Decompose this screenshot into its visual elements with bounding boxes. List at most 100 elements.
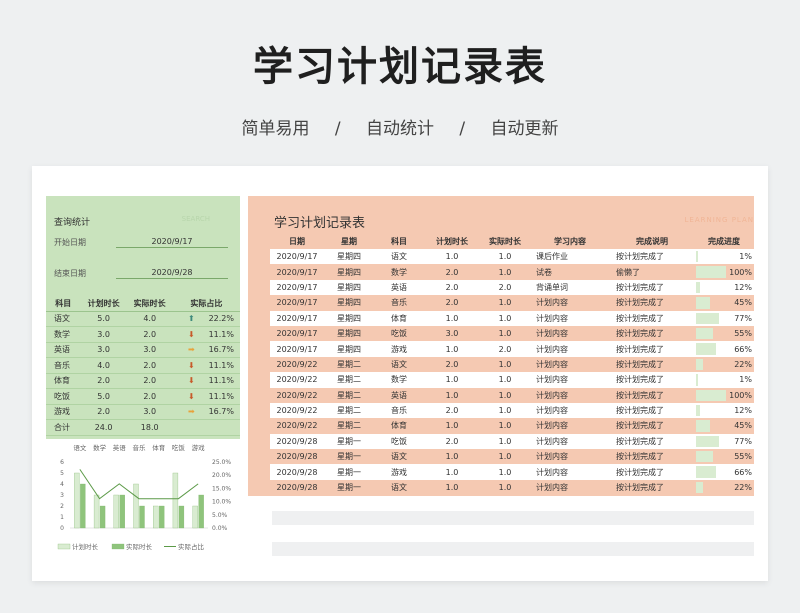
record-plan: 1.0 xyxy=(424,372,480,388)
end-date-input[interactable]: 2020/9/28 xyxy=(116,268,228,279)
stats-ratio: 11.1% xyxy=(194,388,240,405)
record-plan: 1.0 xyxy=(424,418,480,434)
record-note: 偷懒了 xyxy=(610,264,694,280)
up-arrow-icon: ⬆ xyxy=(188,314,195,324)
record-progress: 12% xyxy=(694,402,754,419)
record-content: 试卷 xyxy=(530,264,610,280)
chart-bar xyxy=(113,494,119,529)
chart-bar xyxy=(178,505,185,529)
progress-value: 1% xyxy=(739,375,752,385)
subtitle-item: 自动更新 xyxy=(490,119,559,139)
record-week: 星期四 xyxy=(324,341,374,357)
record-progress: 55% xyxy=(694,449,754,465)
record-content: 计划内容 xyxy=(530,356,610,373)
record-date: 2020/9/17 xyxy=(270,249,324,265)
record-header-progress: 完成进度 xyxy=(708,237,740,246)
record-row: 2020/9/22 星期二 音乐 2.0 1.0 计划内容 按计划完成了 12% xyxy=(270,402,754,419)
record-note: 按计划完成了 xyxy=(610,464,694,480)
record-note: 按计划完成了 xyxy=(610,402,694,419)
stats-actual: 2.0 xyxy=(126,388,173,405)
record-week: 星期四 xyxy=(324,249,374,265)
query-stats-panel: 查询统计 SEARCH 开始日期 2020/9/17 结束日期 2020/9/2… xyxy=(46,196,240,439)
record-week: 星期四 xyxy=(324,325,374,342)
record-week: 星期四 xyxy=(324,264,374,280)
progress-value: 55% xyxy=(734,452,752,462)
progress-bar xyxy=(696,420,710,432)
record-content: 背诵单词 xyxy=(530,279,610,296)
progress-bar xyxy=(696,281,700,294)
record-date: 2020/9/17 xyxy=(270,310,324,326)
record-week: 星期一 xyxy=(324,464,374,480)
y-left-tick: 1 xyxy=(60,514,64,521)
progress-value: 66% xyxy=(734,467,752,477)
chart-bar xyxy=(99,505,106,529)
stats-row: 英语 3.0 3.0 ➡ 16.7% xyxy=(46,342,240,358)
record-plan: 1.0 xyxy=(424,464,480,480)
stats-table: 科目 计划时长 实际时长 实际占比 语文 5.0 4.0 ⬆ 22.2% 数学 3.0 2.0… xyxy=(46,296,240,436)
record-note: 按计划完成了 xyxy=(610,433,694,450)
start-date-input[interactable]: 2020/9/17 xyxy=(116,237,228,248)
down-arrow-icon: ⬇ xyxy=(188,376,195,386)
y-left-tick: 4 xyxy=(60,481,64,488)
stats-actual: 2.0 xyxy=(126,326,173,343)
progress-value: 22% xyxy=(734,483,752,493)
record-content: 计划内容 xyxy=(530,295,610,311)
record-actual: 1.0 xyxy=(480,464,530,480)
record-progress: 55% xyxy=(694,325,754,342)
record-header-week: 星期 xyxy=(341,237,357,246)
record-content: 计划内容 xyxy=(530,372,610,388)
stats-ratio: 16.7% xyxy=(194,342,240,358)
record-subject: 英语 xyxy=(374,279,424,296)
y-left-tick: 5 xyxy=(60,470,64,477)
empty-row xyxy=(272,542,754,556)
progress-value: 12% xyxy=(734,406,752,416)
category-label: 音乐 xyxy=(133,443,147,452)
record-row: 2020/9/28 星期一 吃饭 2.0 1.0 计划内容 按计划完成了 77% xyxy=(270,433,754,450)
record-row: 2020/9/28 星期一 游戏 1.0 1.0 计划内容 按计划完成了 66% xyxy=(270,464,754,480)
start-date-row: 开始日期 2020/9/17 xyxy=(54,237,234,248)
progress-value: 66% xyxy=(734,344,752,354)
record-row: 2020/9/17 星期四 数学 2.0 1.0 试卷 偷懒了 100% xyxy=(270,264,754,280)
record-header-date: 日期 xyxy=(289,237,305,246)
record-week: 星期二 xyxy=(324,402,374,419)
record-date: 2020/9/22 xyxy=(270,418,324,434)
record-plan: 1.0 xyxy=(424,387,480,403)
record-plan: 2.0 xyxy=(424,264,480,280)
stats-subject: 数学 xyxy=(46,326,81,343)
stats-plan: 2.0 xyxy=(80,404,127,420)
chart-bar xyxy=(139,505,145,529)
record-week: 星期四 xyxy=(324,310,374,326)
record-actual: 1.0 xyxy=(480,479,530,496)
stats-actual: 2.0 xyxy=(126,357,173,374)
record-actual: 1.0 xyxy=(480,449,530,465)
progress-bar xyxy=(696,297,710,309)
record-subject: 吃饭 xyxy=(374,433,424,450)
record-actual: 1.0 xyxy=(480,264,530,280)
chart-bar xyxy=(192,505,198,529)
subtitle-item: 自动统计 xyxy=(366,119,434,139)
record-note: 按计划完成了 xyxy=(610,356,694,373)
progress-bar xyxy=(696,312,720,324)
chart-bar xyxy=(159,505,165,529)
record-actual: 1.0 xyxy=(480,387,530,403)
down-arrow-icon: ⬇ xyxy=(188,329,195,339)
record-date: 2020/9/22 xyxy=(270,402,324,419)
plan-record-title: 学习计划记录表 xyxy=(274,216,366,231)
stats-ratio: 16.7% xyxy=(194,404,240,420)
record-actual: 1.0 xyxy=(480,433,530,450)
record-actual: 2.0 xyxy=(480,341,530,357)
record-content: 计划内容 xyxy=(530,464,610,480)
legend-label: 实际时长 xyxy=(126,542,153,551)
category-label: 数学 xyxy=(93,443,107,452)
record-subject: 数学 xyxy=(374,372,424,388)
stats-plan: 5.0 xyxy=(80,311,127,327)
record-content: 课后作业 xyxy=(530,249,610,265)
record-progress: 66% xyxy=(694,341,754,357)
legend-swatch xyxy=(57,543,71,550)
record-content: 计划内容 xyxy=(530,479,610,496)
stats-subject: 音乐 xyxy=(46,357,81,374)
record-content: 计划内容 xyxy=(530,387,610,403)
record-plan: 2.0 xyxy=(424,295,480,311)
record-actual: 1.0 xyxy=(480,310,530,326)
record-progress: 22% xyxy=(694,356,754,373)
